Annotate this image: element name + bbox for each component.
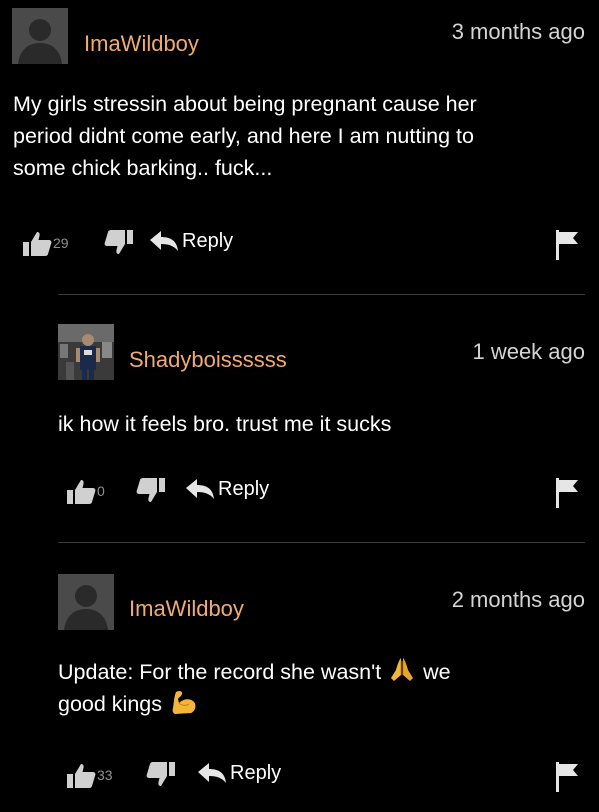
comment-text: Update: For the record she wasn't bbox=[58, 660, 382, 684]
thumbs-up-icon bbox=[67, 764, 96, 788]
flag-button[interactable] bbox=[555, 762, 579, 792]
reply-button[interactable]: Reply bbox=[186, 478, 269, 501]
thumbs-down-icon bbox=[146, 762, 175, 786]
reply-button[interactable]: Reply bbox=[150, 230, 233, 253]
divider bbox=[58, 542, 585, 543]
comment-line: good kings bbox=[58, 688, 451, 720]
username[interactable]: ImaWildboy bbox=[129, 596, 244, 622]
comment-actions: 33 Reply bbox=[66, 762, 582, 792]
comment: ImaWildboy 2 months ago Update: For the … bbox=[0, 544, 599, 812]
thumbs-up-icon bbox=[67, 480, 96, 504]
comment-actions: 0 Reply bbox=[66, 478, 582, 508]
username[interactable]: ImaWildboy bbox=[84, 31, 199, 57]
flag-button[interactable] bbox=[555, 230, 579, 260]
comment-line: ik how it feels bro. trust me it sucks bbox=[58, 412, 392, 436]
like-button[interactable]: 29 bbox=[22, 230, 69, 256]
folded-hands-emoji bbox=[391, 658, 414, 681]
comment-text: good kings bbox=[58, 692, 162, 716]
reply-label: Reply bbox=[182, 230, 234, 252]
flexed-biceps-emoji bbox=[172, 690, 196, 714]
user-photo-avatar[interactable] bbox=[58, 324, 114, 380]
comment: Shadyboissssss 1 week ago ik how it feel… bbox=[0, 296, 599, 544]
username[interactable]: Shadyboissssss bbox=[129, 347, 287, 373]
dislike-button[interactable] bbox=[146, 762, 176, 788]
comment-body: Update: For the record she wasn't we goo… bbox=[58, 656, 451, 720]
dislike-button[interactable] bbox=[104, 230, 134, 256]
timestamp: 2 months ago bbox=[451, 587, 585, 612]
like-count: 33 bbox=[97, 767, 113, 783]
thumbs-down-icon bbox=[136, 478, 165, 502]
thumbs-up-icon bbox=[23, 232, 52, 256]
comment-body: ik how it feels bro. trust me it sucks bbox=[58, 408, 391, 440]
comment-line: period didnt come early, and here I am n… bbox=[13, 124, 474, 148]
comment-line: My girls stressin about being pregnant c… bbox=[13, 92, 477, 116]
comment-line: Update: For the record she wasn't we bbox=[58, 656, 451, 688]
flag-icon bbox=[556, 762, 578, 792]
default-avatar-icon[interactable] bbox=[12, 8, 68, 64]
default-avatar-icon[interactable] bbox=[58, 574, 114, 630]
comment-line: some chick barking.. fuck... bbox=[13, 156, 273, 180]
reply-label: Reply bbox=[218, 478, 270, 500]
flag-icon bbox=[556, 230, 578, 260]
timestamp: 1 week ago bbox=[472, 339, 585, 364]
reply-arrow-icon bbox=[198, 762, 226, 783]
comment: ImaWildboy 3 months ago My girls stressi… bbox=[0, 0, 599, 290]
divider bbox=[58, 294, 585, 295]
reply-arrow-icon bbox=[150, 230, 178, 251]
comment-body: My girls stressin about being pregnant c… bbox=[13, 88, 477, 184]
like-button[interactable]: 33 bbox=[66, 762, 113, 788]
thumbs-down-icon bbox=[104, 230, 133, 254]
reply-arrow-icon bbox=[186, 478, 214, 499]
flag-icon bbox=[556, 478, 578, 508]
reply-label: Reply bbox=[230, 762, 282, 784]
reply-button[interactable]: Reply bbox=[198, 762, 281, 785]
like-count: 0 bbox=[97, 483, 105, 499]
comment-text: we bbox=[423, 660, 451, 684]
timestamp: 3 months ago bbox=[451, 19, 585, 44]
like-count: 29 bbox=[53, 235, 69, 251]
comment-actions: 29 Reply bbox=[22, 230, 582, 260]
flag-button[interactable] bbox=[555, 478, 579, 508]
like-button[interactable]: 0 bbox=[66, 478, 105, 504]
dislike-button[interactable] bbox=[136, 478, 166, 504]
